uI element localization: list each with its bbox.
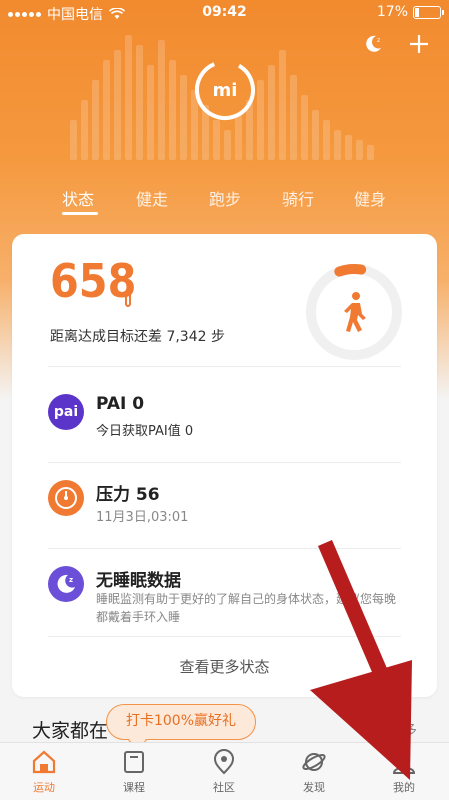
- bottom-navigation: 运动 课程 社区 发现 我的: [0, 742, 449, 800]
- nav-label: 课程: [123, 781, 145, 794]
- status-bar: 中国电信 09:42 17%: [0, 0, 449, 24]
- header-actions: z: [361, 32, 431, 56]
- nav-label: 运动: [33, 781, 55, 794]
- stress-timestamp: 11月3日,03:01: [96, 510, 189, 525]
- pai-subtitle: 今日获取PAI值 0: [96, 424, 194, 439]
- moon-icon[interactable]: z: [361, 32, 385, 56]
- tab-indicator: [62, 212, 98, 215]
- status-card: 658 距离达成目标还差 7,342 步 pai PAI 0 今日获取PAI值 …: [12, 234, 437, 697]
- step-count: 658: [50, 254, 137, 308]
- tab-cycling[interactable]: 骑行: [282, 186, 314, 210]
- pai-title: PAI 0: [96, 394, 145, 414]
- stress-title: 压力 56: [96, 485, 160, 505]
- gauge-icon: [48, 480, 84, 516]
- divider: [48, 462, 401, 463]
- svg-text:z: z: [69, 576, 73, 584]
- nav-community[interactable]: 社区: [194, 749, 254, 795]
- divider: [48, 548, 401, 549]
- nav-discover[interactable]: 发现: [284, 749, 344, 795]
- nav-mine[interactable]: 我的: [374, 749, 434, 795]
- step-progress-ring[interactable]: [304, 262, 404, 362]
- divider: [48, 636, 401, 637]
- location-pin-icon: [213, 749, 235, 775]
- battery-icon: [413, 5, 444, 19]
- walking-icon: [344, 292, 366, 332]
- nav-course[interactable]: 课程: [104, 749, 164, 795]
- mi-logo[interactable]: mi: [193, 58, 257, 122]
- section-more-link[interactable]: 更多: [389, 720, 417, 740]
- battery-percent: 17%: [376, 4, 408, 20]
- step-unit-icon: [125, 291, 131, 307]
- svg-text:mi: mi: [213, 80, 238, 101]
- nav-label: 发现: [303, 781, 325, 794]
- divider: [48, 366, 401, 367]
- plus-icon[interactable]: [407, 32, 431, 56]
- checkin-promo-badge[interactable]: 打卡100%赢好礼: [106, 704, 256, 740]
- view-more-status-link[interactable]: 查看更多状态: [12, 656, 437, 677]
- tab-status[interactable]: 状态: [62, 186, 94, 210]
- nav-label: 社区: [213, 781, 235, 794]
- activity-tabs: 状态 健走 跑步 骑行 健身: [0, 186, 449, 216]
- planet-icon: [302, 753, 326, 771]
- goal-remaining: 距离达成目标还差 7,342 步: [50, 329, 225, 345]
- tab-fitness[interactable]: 健身: [354, 186, 386, 210]
- pai-icon: pai: [48, 394, 84, 430]
- tab-running[interactable]: 跑步: [209, 186, 241, 210]
- sleep-title: 无睡眠数据: [96, 571, 181, 591]
- user-icon: [392, 752, 416, 774]
- sleep-description: 睡眠监测有助于更好的了解自己的身体状态，建议您每晚都戴着手环入睡: [96, 592, 397, 624]
- sleep-icon: z: [48, 566, 84, 602]
- nav-label: 我的: [393, 781, 415, 794]
- home-icon: [32, 750, 56, 774]
- section-title: 大家都在: [32, 720, 109, 742]
- tab-walking[interactable]: 健走: [136, 186, 168, 210]
- book-icon: [124, 751, 144, 773]
- nav-sport[interactable]: 运动: [14, 749, 74, 795]
- svg-text:z: z: [377, 37, 380, 44]
